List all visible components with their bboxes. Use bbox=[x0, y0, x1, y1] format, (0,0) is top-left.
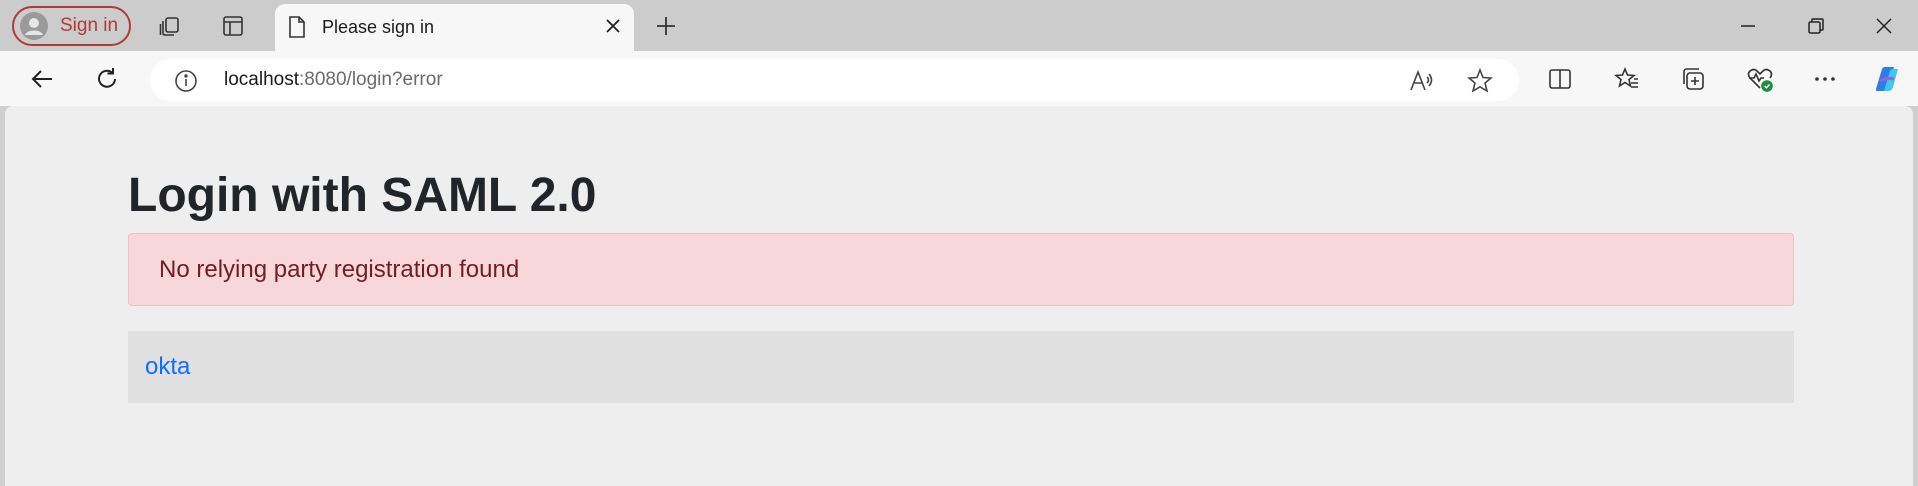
tab-title: Please sign in bbox=[322, 17, 435, 37]
new-tab-icon[interactable] bbox=[651, 11, 681, 41]
url-text[interactable]: localhost:8080/login?error bbox=[224, 69, 443, 91]
page-viewport: Login with SAML 2.0 No relying party reg… bbox=[5, 106, 1913, 486]
profile-button[interactable]: Sign in bbox=[12, 6, 131, 46]
address-bar[interactable]: localhost:8080/login?error bbox=[150, 59, 1519, 101]
page-title: Login with SAML 2.0 bbox=[128, 169, 597, 222]
error-message: No relying party registration found bbox=[159, 256, 520, 283]
workspaces-icon[interactable] bbox=[155, 11, 185, 41]
more-icon[interactable] bbox=[1809, 63, 1841, 95]
tab-strip: Sign in Please sign in bbox=[0, 0, 1918, 51]
favorite-star-icon[interactable] bbox=[1467, 68, 1493, 94]
window-close-icon[interactable] bbox=[1868, 10, 1900, 42]
profile-label: Sign in bbox=[60, 15, 119, 36]
identity-provider-list: okta bbox=[128, 331, 1794, 403]
close-icon[interactable] bbox=[602, 15, 624, 42]
collections-icon[interactable] bbox=[1677, 63, 1709, 95]
minimize-icon[interactable] bbox=[1732, 10, 1764, 42]
read-aloud-icon[interactable] bbox=[1408, 68, 1434, 94]
split-screen-icon[interactable] bbox=[1544, 63, 1576, 95]
favorites-icon[interactable] bbox=[1611, 63, 1643, 95]
error-alert: No relying party registration found bbox=[128, 233, 1794, 306]
restore-icon[interactable] bbox=[1800, 10, 1832, 42]
browser-toolbar: localhost:8080/login?error bbox=[0, 51, 1918, 106]
avatar-icon bbox=[20, 12, 48, 40]
url-host: localhost bbox=[224, 69, 299, 90]
provider-link-okta[interactable]: okta bbox=[145, 353, 190, 381]
tab-actions-icon[interactable] bbox=[218, 11, 248, 41]
info-icon[interactable] bbox=[174, 69, 198, 98]
url-path: :8080/login?error bbox=[299, 69, 443, 90]
browser-essentials-icon[interactable] bbox=[1744, 63, 1776, 95]
tab-active[interactable]: Please sign in bbox=[275, 4, 634, 51]
document-icon bbox=[287, 15, 307, 44]
refresh-icon[interactable] bbox=[91, 63, 123, 95]
back-icon[interactable] bbox=[26, 63, 58, 95]
copilot-icon[interactable] bbox=[1870, 63, 1902, 95]
